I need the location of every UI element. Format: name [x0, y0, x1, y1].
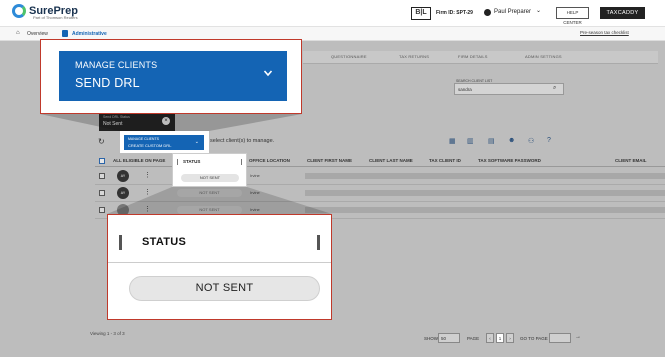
next-page-button[interactable]: ›	[506, 333, 514, 343]
office-location: Irvine	[250, 190, 260, 195]
user-icon	[484, 9, 491, 16]
header-client-first-name[interactable]: CLIENT FIRST NAME	[307, 158, 352, 163]
status-filter-label: Send DRL Status	[103, 115, 130, 119]
row-checkbox[interactable]	[99, 173, 105, 179]
group-icon[interactable]: ⚇	[528, 137, 534, 145]
prev-page-button[interactable]: ‹	[486, 333, 494, 343]
help-icon[interactable]: ?	[547, 137, 551, 144]
avatar: AY	[117, 170, 129, 182]
manage-clients-send-drl-button[interactable]: MANAGE CLIENTS SEND DRL	[59, 51, 287, 101]
header-client-last-name[interactable]: CLIENT LAST NAME	[369, 158, 413, 163]
create-custom-drl-label: CREATE CUSTOM DRL	[128, 143, 172, 148]
status-column-header: STATUS	[108, 215, 331, 263]
header-tax-client-id[interactable]: TAX CLIENT ID	[429, 158, 461, 163]
column-resize-handle[interactable]	[119, 235, 122, 250]
search-icon[interactable]: ⌕	[553, 85, 556, 92]
manage-clients-popup: MANAGE CLIENTS CREATE CUSTOM DRL ⌄	[120, 131, 209, 153]
status-badge-small: NOT SENT	[181, 174, 239, 182]
manage-clients-button-small[interactable]: MANAGE CLIENTS CREATE CUSTOM DRL ⌄	[124, 135, 204, 150]
tab-row: QUESTIONNAIRE TAX RETURNS FIRM DETAILS A…	[303, 51, 658, 64]
checklist-link[interactable]: Pre-season tax checklist	[580, 30, 629, 35]
header-client-email[interactable]: CLIENT EMAIL	[615, 158, 647, 163]
column-resize-handle[interactable]	[317, 235, 320, 250]
row-checkbox[interactable]	[99, 190, 105, 196]
status-column-popup-small: STATUS NOT SENT	[172, 153, 247, 187]
chevron-down-icon	[263, 70, 273, 77]
redacted-data	[305, 173, 665, 179]
status-filter-value: Not Sent	[103, 121, 123, 127]
header-office-location[interactable]: OFFICE LOCATION	[249, 158, 290, 163]
tab-questionnaire[interactable]: QUESTIONNAIRE	[331, 54, 367, 59]
status-title-small: STATUS	[183, 159, 201, 164]
chevron-down-icon: ⌄	[194, 139, 199, 145]
tab-tax-returns[interactable]: TAX RETURNS	[399, 54, 429, 59]
manage-clients-label: MANAGE CLIENTS	[75, 60, 158, 70]
zoom-callout-manage-clients: MANAGE CLIENTS SEND DRL	[40, 39, 302, 114]
office-location: Irvine	[250, 173, 260, 178]
status-badge: NOT SENT	[177, 206, 242, 214]
tab-admin-settings[interactable]: ADMIN SETTINGS	[525, 54, 562, 59]
help-center-button[interactable]: HELP CENTER	[556, 7, 589, 25]
table-row[interactable]: AY ⋮ NOT SENT Irvine	[95, 185, 665, 202]
close-icon[interactable]: ×	[162, 117, 170, 125]
column-resize-handle[interactable]	[177, 159, 178, 165]
status-filter-dropdown[interactable]: Send DRL Status Not Sent ×	[99, 113, 175, 131]
top-bar: SurePrep Part of Thomson Reuters B|L Fir…	[0, 0, 665, 27]
redacted-data	[305, 207, 665, 213]
column-resize-handle[interactable]	[241, 159, 242, 165]
excel-icon[interactable]: ▦	[449, 137, 456, 145]
send-drl-label: SEND DRL	[75, 76, 140, 90]
office-location: Irvine	[250, 207, 260, 212]
show-label: SHOW	[424, 336, 438, 341]
columns-icon[interactable]: ▥	[467, 137, 474, 145]
nav-overview[interactable]: Overview	[27, 31, 48, 37]
header-all-eligible[interactable]: ALL ELIGIBLE ON PAGE	[113, 158, 165, 163]
user-menu[interactable]: Paul Preparer	[494, 9, 531, 15]
chevron-down-icon[interactable]: ⌄	[536, 7, 541, 14]
page-label: PAGE	[467, 336, 480, 341]
add-user-icon[interactable]: ☻	[508, 137, 515, 144]
taxcaddy-button[interactable]: TAXCADDY	[600, 7, 645, 19]
grid-icon[interactable]: ▤	[488, 137, 495, 145]
status-badge: NOT SENT	[129, 276, 320, 301]
avatar: AY	[117, 187, 129, 199]
row-checkbox[interactable]	[99, 207, 105, 213]
goto-page-input[interactable]	[549, 333, 571, 343]
logo-mark-icon	[12, 4, 26, 18]
bl-badge: B|L	[411, 7, 431, 20]
current-page[interactable]: 1	[496, 333, 504, 343]
redacted-data	[305, 190, 665, 196]
header-tax-software-password[interactable]: TAX SOFTWARE PASSWORD	[478, 158, 541, 163]
refresh-icon[interactable]: ↻	[98, 137, 105, 146]
home-icon[interactable]: ⌂	[16, 30, 20, 36]
kebab-menu-icon[interactable]: ⋮	[144, 188, 151, 196]
status-title: STATUS	[142, 236, 187, 248]
page-size-select[interactable]: 50	[438, 333, 460, 343]
firm-id: Firm ID: SPT-29	[436, 10, 473, 16]
goto-label: GO TO PAGE	[520, 336, 548, 341]
select-hint: select client(s) to manage.	[210, 138, 275, 144]
nav-administrative[interactable]: Administrative	[72, 31, 107, 37]
search-input[interactable]: sandra	[454, 83, 564, 95]
select-all-checkbox[interactable]	[99, 158, 105, 164]
tab-firm-details[interactable]: FIRM DETAILS	[458, 54, 488, 59]
arrow-right-icon[interactable]: →	[575, 334, 581, 340]
manage-clients-label-small: MANAGE CLIENTS	[128, 137, 159, 141]
viewing-count: Viewing 1 - 3 of 3	[90, 331, 125, 336]
status-badge: NOT SENT	[177, 189, 242, 197]
kebab-menu-icon[interactable]: ⋮	[144, 171, 151, 179]
zoom-callout-status: STATUS NOT SENT	[107, 214, 332, 320]
kebab-menu-icon[interactable]: ⋮	[144, 205, 151, 213]
logo-subtitle: Part of Thomson Reuters	[33, 15, 78, 20]
admin-icon	[62, 30, 68, 37]
